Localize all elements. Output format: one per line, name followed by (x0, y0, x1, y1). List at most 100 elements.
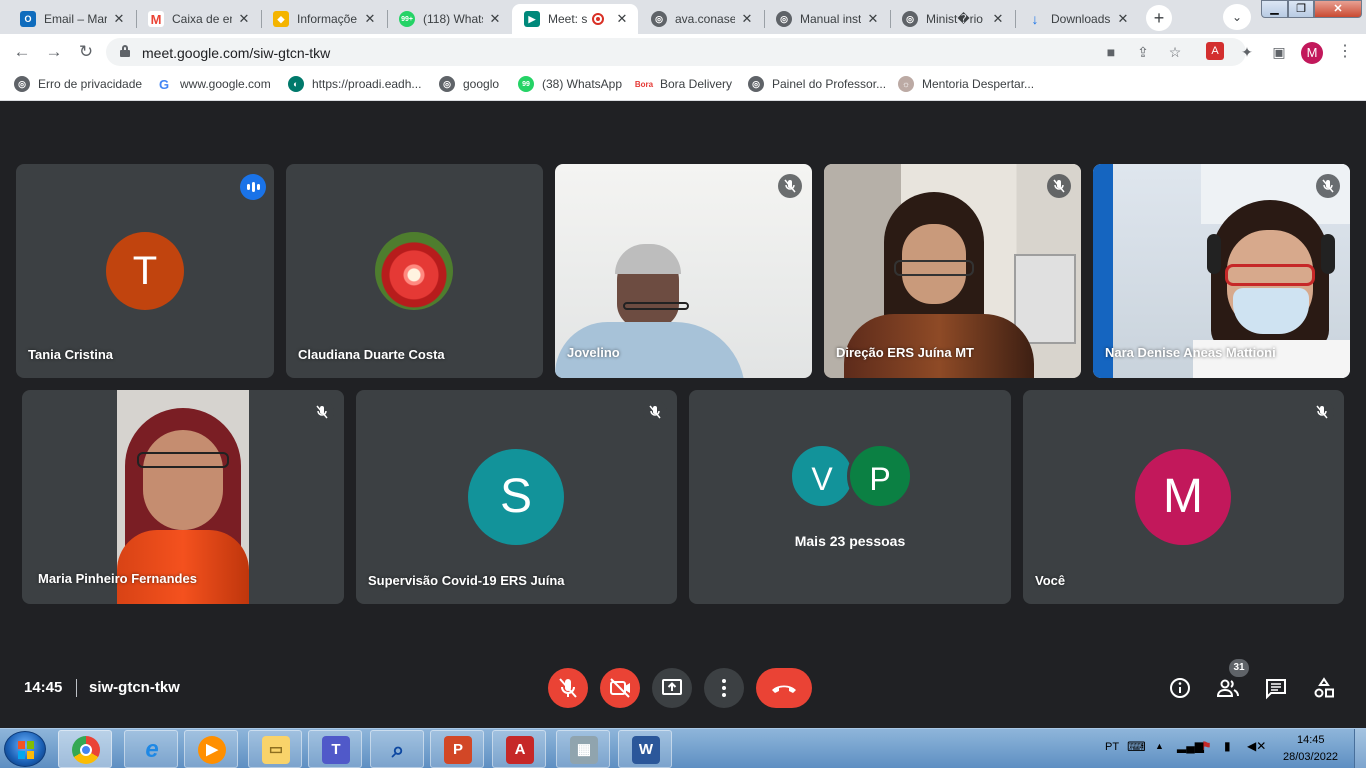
side-panel-icon[interactable]: ▣ (1269, 42, 1289, 62)
toggle-camera-button[interactable] (600, 668, 640, 708)
taskbar-word[interactable]: W (618, 730, 672, 768)
bookmark-item[interactable]: Bora Bora Delivery (635, 76, 732, 92)
folder-icon: ▭ (262, 736, 290, 764)
new-tab-button[interactable]: + (1146, 5, 1172, 31)
reload-button[interactable]: ↻ (74, 40, 98, 64)
taskbar-magnifier[interactable]: ⌕ (370, 730, 424, 768)
present-icon (662, 679, 682, 695)
participant-tile[interactable]: Jovelino (555, 164, 812, 378)
bookmark-item[interactable]: ◎ Painel do Professor... (748, 76, 886, 92)
tab-meet[interactable]: ▶ Meet: s ✕ (512, 4, 638, 34)
participant-tile[interactable]: Nara Denise Aneas Mattioni (1093, 164, 1350, 378)
taskbar-time[interactable]: 14:45 (1297, 734, 1325, 746)
more-options-button[interactable] (704, 668, 744, 708)
address-bar[interactable]: meet.google.com/siw-gtcn-tkw ■ ⇪ ☆ (106, 38, 1246, 66)
bookmark-item[interactable]: ◎ googlo (439, 76, 499, 92)
minimize-button[interactable]: ▁ (1261, 0, 1288, 18)
language-indicator[interactable]: PT (1105, 741, 1119, 753)
keyboard-icon[interactable]: ⌨ (1127, 739, 1146, 755)
tab-search-button[interactable]: ⌄ (1223, 4, 1251, 30)
participant-count-badge: 31 (1229, 659, 1249, 677)
close-icon[interactable]: ✕ (362, 11, 378, 27)
tab-informacoes[interactable]: ◆ Informaçõe ✕ (261, 4, 386, 34)
show-desktop-button[interactable] (1354, 729, 1366, 768)
more-menu-icon[interactable]: ⋮ (1335, 42, 1355, 62)
people-icon[interactable] (1216, 676, 1240, 700)
bookmark-item[interactable]: ◐ https://proadi.eadh... (288, 76, 421, 92)
windows-taskbar: e ▶ ▭ T ⌕ P A ▦ W PT ⌨ ▲ ▂▄▆ ⚑ ▮ ◀✕ 14:4… (0, 728, 1366, 768)
camera-off-icon (610, 678, 630, 698)
info-icon[interactable] (1168, 676, 1192, 700)
back-button[interactable]: ← (10, 40, 34, 64)
self-tile[interactable]: M Você (1023, 390, 1344, 604)
taskbar-explorer[interactable]: ▭ (248, 730, 302, 768)
taskbar-ie[interactable]: e (124, 730, 178, 768)
bookmark-label: Mentoria Despertar... (922, 77, 1035, 91)
more-participants-tile[interactable]: V P Mais 23 pessoas (689, 390, 1011, 604)
pdf-extension-icon[interactable]: A (1206, 42, 1224, 60)
profile-avatar[interactable]: M (1301, 42, 1323, 64)
present-screen-button[interactable] (652, 668, 692, 708)
camera-icon[interactable]: ■ (1101, 42, 1121, 62)
tab-downloads[interactable]: ↓ Downloads ✕ (1015, 4, 1139, 34)
network-signal-icon[interactable]: ▂▄▆ (1177, 739, 1204, 753)
bookmark-label: Painel do Professor... (772, 77, 887, 91)
volume-muted-icon[interactable]: ◀✕ (1247, 739, 1266, 753)
activities-icon[interactable] (1312, 676, 1336, 700)
taskbar-date[interactable]: 28/03/2022 (1283, 751, 1338, 763)
mic-off-icon (559, 678, 577, 698)
tab-manual[interactable]: ◎ Manual inst ✕ (764, 4, 889, 34)
close-icon[interactable]: ✕ (865, 11, 881, 27)
taskbar-chrome[interactable] (58, 730, 112, 768)
tab-gmail[interactable]: M Caixa de en ✕ (136, 4, 260, 34)
close-icon[interactable]: ✕ (739, 11, 755, 27)
taskbar-remote-desktop[interactable]: ▦ (556, 730, 610, 768)
battery-icon[interactable]: ▮ (1224, 739, 1231, 753)
toggle-mic-button[interactable] (548, 668, 588, 708)
tab-title: Meet: s (548, 12, 588, 26)
close-icon[interactable]: ✕ (614, 11, 630, 27)
whatsapp-icon: 99 (518, 76, 534, 92)
participant-tile[interactable]: Maria Pinheiro Fernandes (22, 390, 344, 604)
tab-title: Caixa de en (172, 12, 232, 26)
tab-title: Minist�rio (926, 12, 983, 26)
taskbar-teams[interactable]: T (308, 730, 362, 768)
bookmark-item[interactable]: G www.google.com (156, 76, 271, 92)
participant-tile[interactable]: Direção ERS Juína MT (824, 164, 1081, 378)
participant-name: Nara Denise Aneas Mattioni (1105, 345, 1276, 360)
tray-expand-icon[interactable]: ▲ (1155, 741, 1164, 751)
globe-icon: ◎ (651, 11, 667, 27)
chat-icon[interactable] (1264, 676, 1288, 700)
close-icon[interactable]: ✕ (236, 11, 252, 27)
taskbar-media-player[interactable]: ▶ (184, 730, 238, 768)
participant-tile[interactable]: Claudiana Duarte Costa (286, 164, 543, 378)
bookmark-item[interactable]: ◎ Erro de privacidade (14, 76, 142, 92)
participant-tile[interactable]: S Supervisão Covid-19 ERS Juína (356, 390, 677, 604)
participant-tile[interactable]: T Tania Cristina (16, 164, 274, 378)
maximize-button[interactable]: ❐ (1288, 0, 1314, 18)
close-icon[interactable]: ✕ (487, 11, 503, 27)
leave-call-button[interactable] (756, 668, 812, 708)
close-icon[interactable]: ✕ (990, 11, 1006, 27)
lock-icon (120, 45, 130, 57)
bookmark-star-icon[interactable]: ☆ (1165, 42, 1185, 62)
share-icon[interactable]: ⇪ (1133, 42, 1153, 62)
taskbar-powerpoint[interactable]: P (430, 730, 484, 768)
forward-button[interactable]: → (42, 40, 66, 64)
bookmark-item[interactable]: 99 (38) WhatsApp (518, 76, 622, 92)
tab-whatsapp[interactable]: 99+ (118) Whats ✕ (387, 4, 511, 34)
tab-ava-conaser[interactable]: ◎ ava.conaser ✕ (639, 4, 763, 34)
taskbar-acrobat[interactable]: A (492, 730, 546, 768)
bookmark-label: https://proadi.eadh... (312, 77, 422, 91)
url-text[interactable]: meet.google.com/siw-gtcn-tkw (142, 45, 330, 61)
close-window-button[interactable]: ✕ (1314, 0, 1362, 18)
bookmark-item[interactable]: ☼ Mentoria Despertar... (898, 76, 1034, 92)
mic-off-icon (1310, 400, 1334, 424)
start-button[interactable] (4, 731, 46, 767)
tab-email[interactable]: O Email – Mar ✕ (8, 4, 135, 34)
tab-ministerio[interactable]: ◎ Minist�rio ✕ (890, 4, 1014, 34)
close-icon[interactable]: ✕ (111, 11, 127, 27)
extensions-icon[interactable]: ✦ (1237, 42, 1257, 62)
flag-alert-icon[interactable]: ⚑ (1201, 739, 1212, 753)
close-icon[interactable]: ✕ (1115, 11, 1131, 27)
